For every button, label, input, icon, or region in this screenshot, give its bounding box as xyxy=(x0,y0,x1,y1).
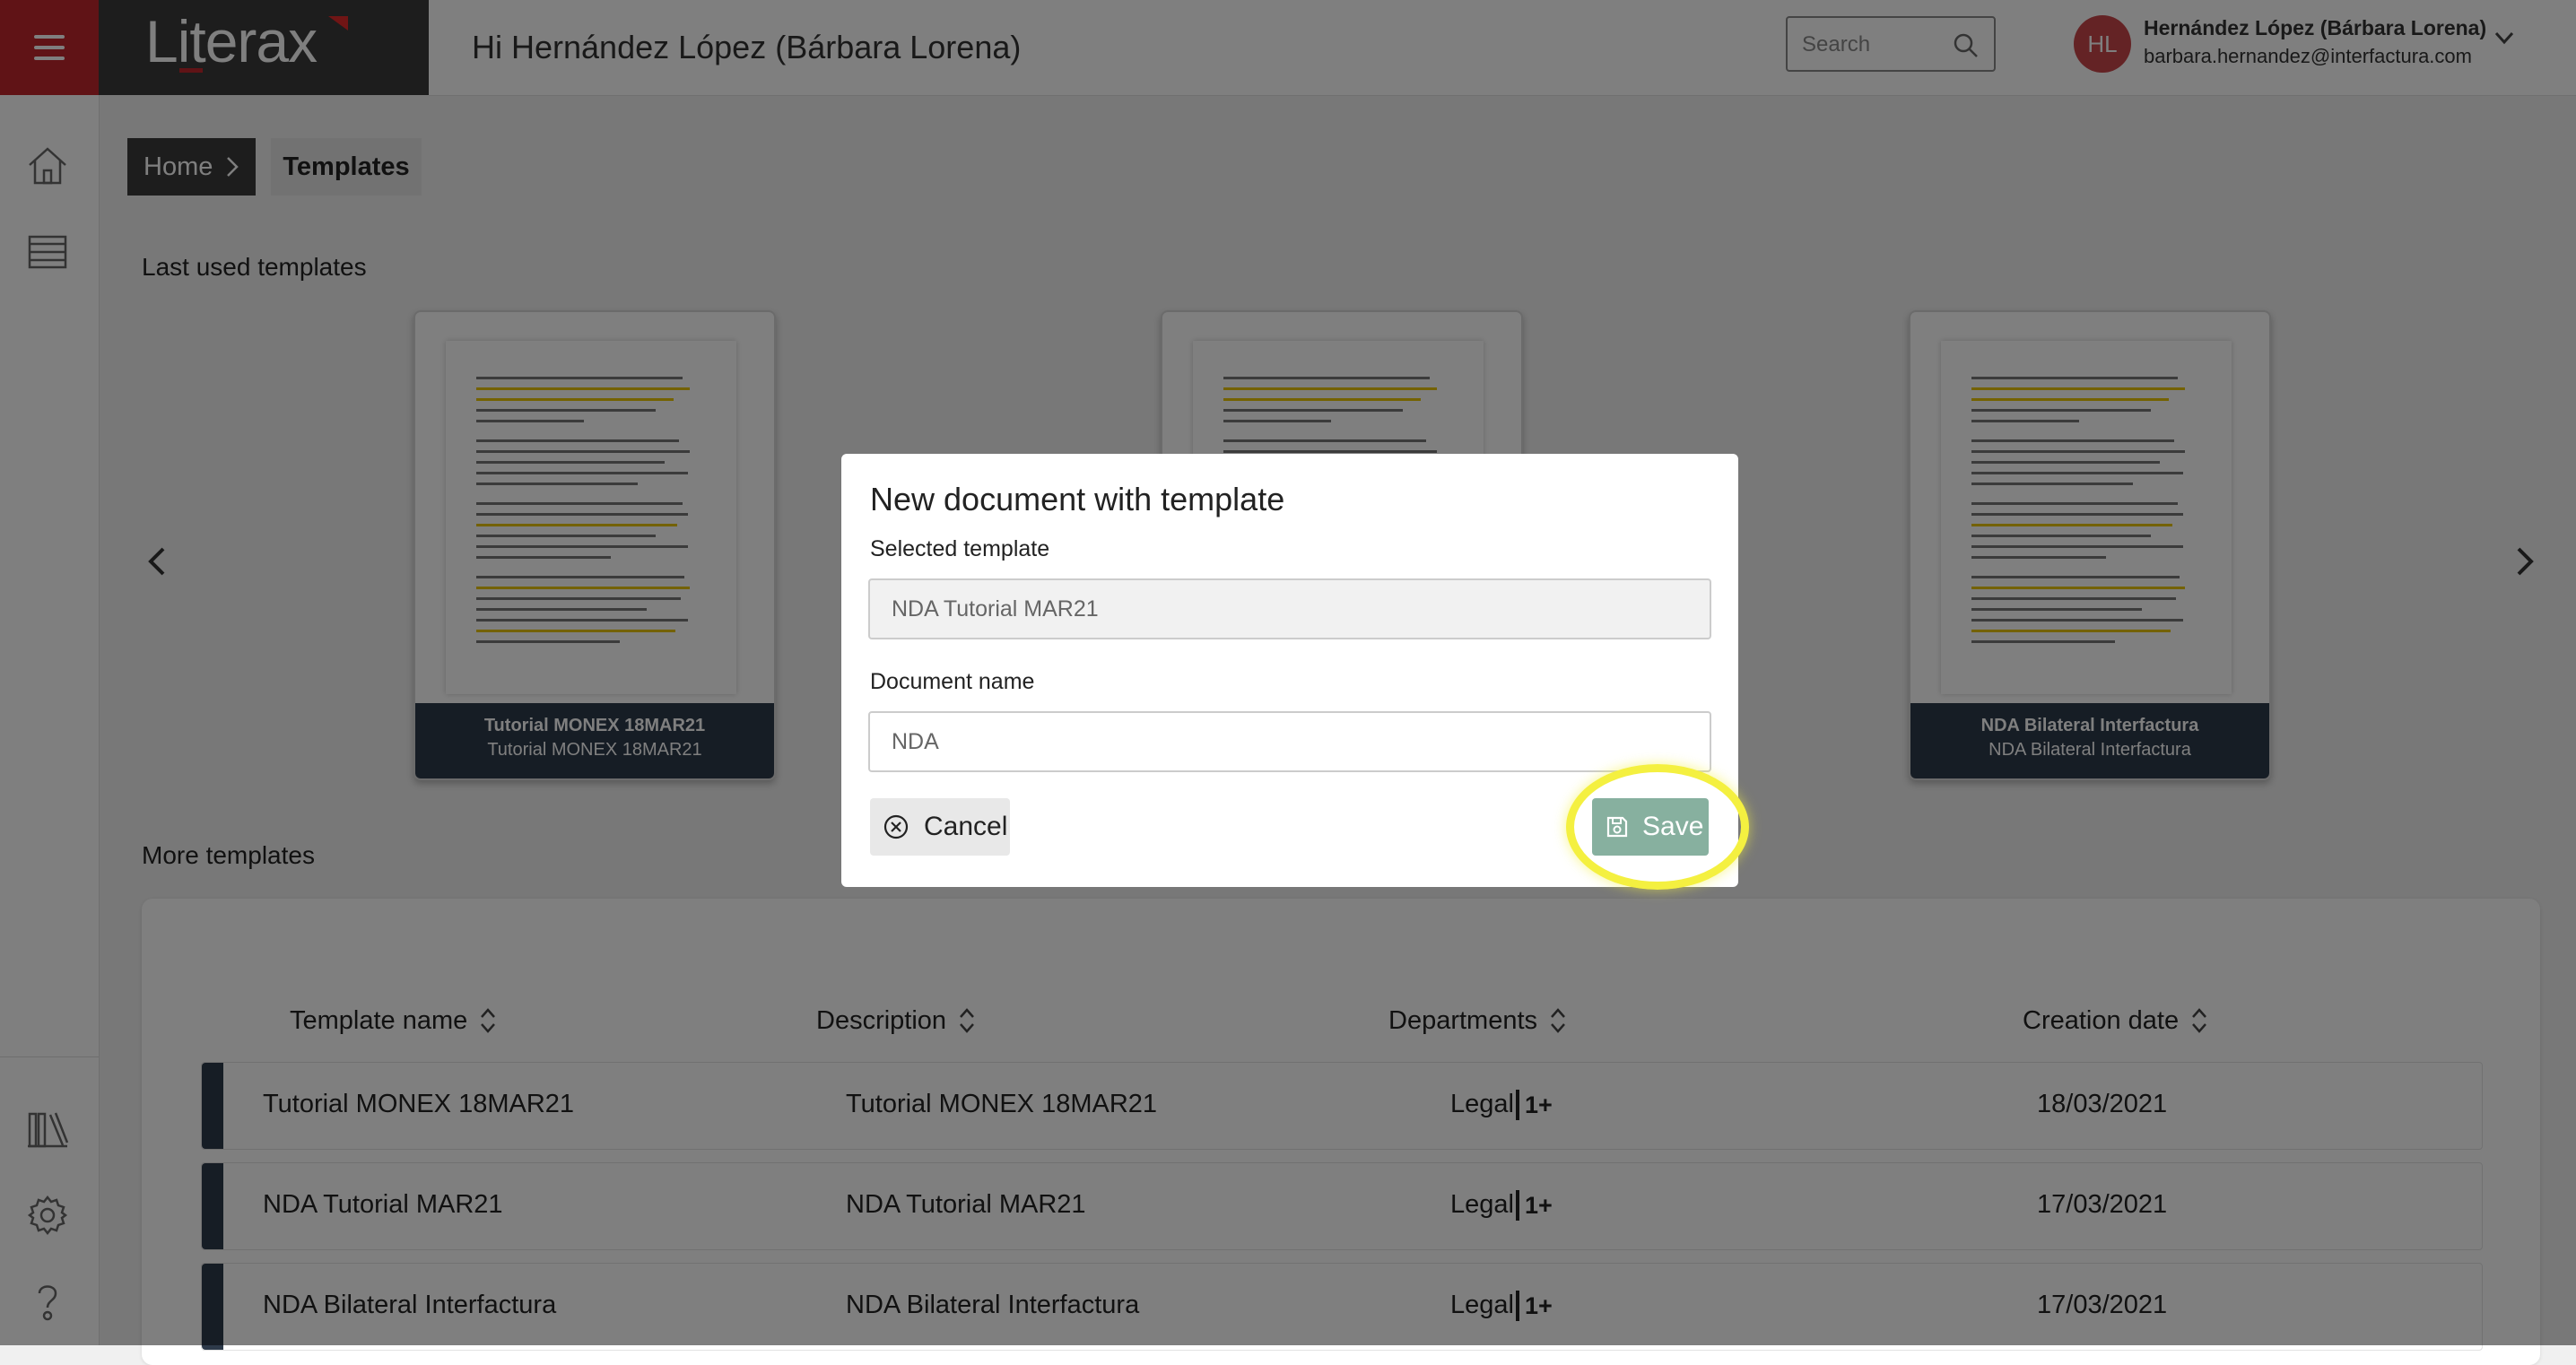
selected-template-field xyxy=(868,578,1711,639)
document-name-field[interactable] xyxy=(868,711,1711,772)
cancel-circle-icon xyxy=(883,814,909,839)
document-name-label: Document name xyxy=(870,669,1035,694)
save-label: Save xyxy=(1642,812,1704,841)
cancel-label: Cancel xyxy=(924,812,1008,841)
selected-template-label: Selected template xyxy=(870,536,1050,561)
save-icon xyxy=(1606,816,1628,838)
dialog-title: New document with template xyxy=(870,481,1285,517)
cancel-button[interactable]: Cancel xyxy=(870,798,1010,856)
save-button[interactable]: Save xyxy=(1592,798,1709,856)
